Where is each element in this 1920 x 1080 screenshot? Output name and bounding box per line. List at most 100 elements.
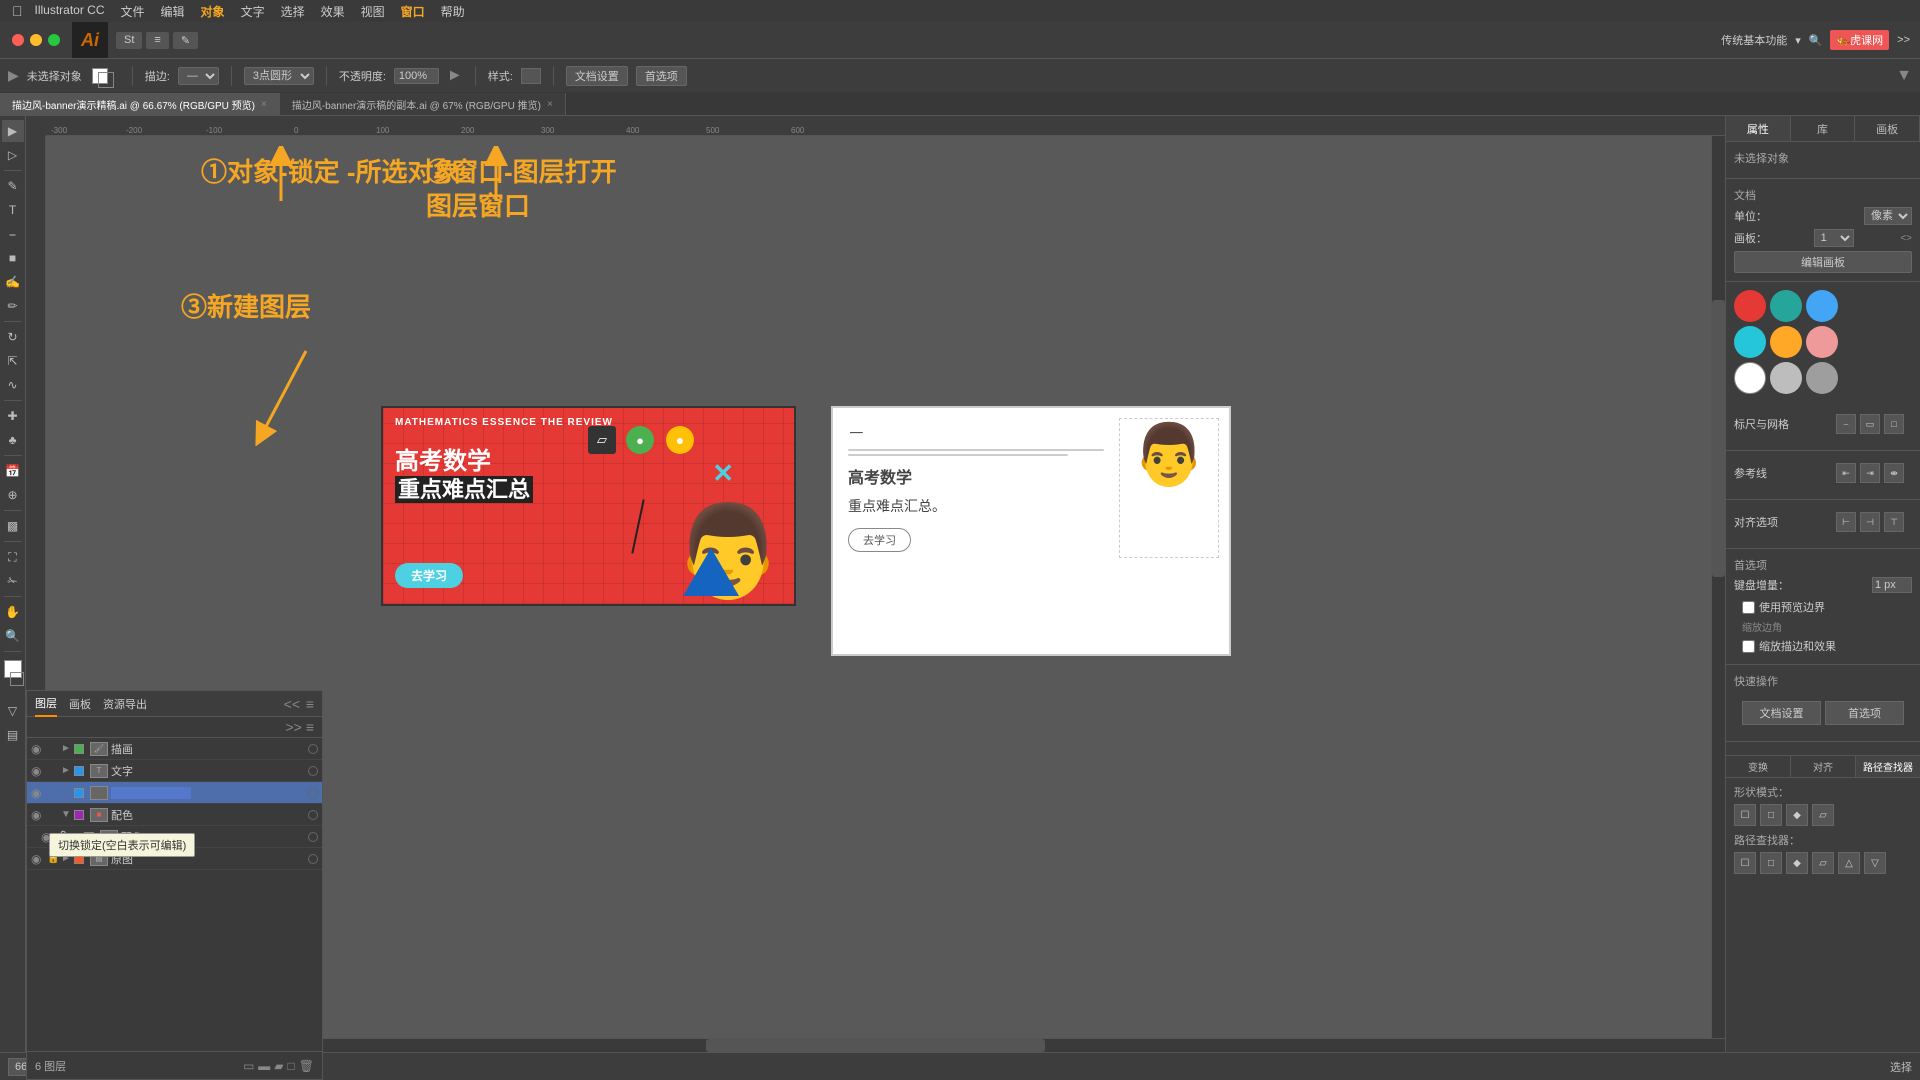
layers-add-btn[interactable]: □ (288, 1059, 295, 1073)
panel-toggle-right[interactable]: >> (1897, 34, 1910, 46)
layers-make-subpath-btn[interactable]: ▭ (243, 1059, 254, 1073)
menu-file[interactable]: 文件 (121, 3, 145, 20)
rp-scale-effects-check[interactable] (1742, 640, 1755, 653)
rp-ref-btn2[interactable]: ⇥ (1860, 463, 1880, 483)
layer-row-3[interactable]: ◉ ▼ ■ 配色 (27, 804, 322, 826)
layers-tab-artboards[interactable]: 画板 (69, 692, 91, 716)
maximize-button[interactable] (48, 34, 60, 46)
layer-row-0[interactable]: ◉ ► 🖌 描画 (27, 738, 322, 760)
color-tool[interactable]: ▤ (2, 724, 24, 746)
layer-3-eye[interactable]: ◉ (31, 808, 47, 822)
warp-tool[interactable]: ∿ (2, 374, 24, 396)
live-paint-tool[interactable]: ♣ (2, 429, 24, 451)
swatch-teal[interactable] (1770, 290, 1802, 322)
layer-row-2[interactable]: ◉ (27, 782, 322, 804)
rp-ruler-btn1[interactable]: ⎯ (1836, 414, 1856, 434)
paintbrush-tool[interactable]: ✍ (2, 271, 24, 293)
rp-tab-artboards[interactable]: 画板 (1855, 116, 1920, 141)
rp-align-btn2[interactable]: ⊣ (1860, 512, 1880, 532)
layer-3-lock[interactable] (47, 809, 61, 820)
doc-settings-btn[interactable]: 文档设置 (566, 66, 628, 86)
type-tool[interactable]: T (2, 199, 24, 221)
shape-builder-tool[interactable]: ✚ (2, 405, 24, 427)
tab-0-close[interactable]: × (261, 99, 267, 110)
layers-tab-layers[interactable]: 图层 (35, 691, 57, 717)
rp-ref-btn1[interactable]: ⇤ (1836, 463, 1856, 483)
hscroll-thumb[interactable] (706, 1039, 1046, 1052)
pathfinder-btn-5[interactable]: △ (1838, 852, 1860, 874)
layer-1-eye[interactable]: ◉ (31, 764, 47, 778)
layer-1-lock[interactable] (47, 765, 61, 776)
pen-tool[interactable]: ✎ (2, 175, 24, 197)
shape-btn-1[interactable]: ☐ (1734, 804, 1756, 826)
vscroll-thumb[interactable] (1712, 300, 1725, 577)
rp-bottom-tab-align[interactable]: 对齐 (1791, 756, 1856, 777)
rp-prefs-btn[interactable]: 首选项 (1825, 701, 1904, 725)
rp-bottom-tab-transform[interactable]: 变换 (1726, 756, 1791, 777)
gradient-tool[interactable]: ▽ (2, 700, 24, 722)
menu-select[interactable]: 选择 (281, 3, 305, 20)
layers-close-btn[interactable]: ≡ (306, 696, 314, 712)
pathfinder-btn-6[interactable]: ▽ (1864, 852, 1886, 874)
layers-delete-btn[interactable]: 🗑 (299, 1059, 314, 1073)
profile-btn[interactable]: St (116, 32, 142, 49)
pen-btn[interactable]: ✎ (173, 32, 198, 49)
swatch-cyan[interactable] (1734, 326, 1766, 358)
swatch-pink[interactable] (1806, 326, 1838, 358)
lp-ctrl-1[interactable]: >> (285, 719, 301, 735)
fill-color-box[interactable] (90, 66, 120, 86)
rect-tool[interactable]: ■ (2, 247, 24, 269)
artboard-tool[interactable]: ⛶ (2, 546, 24, 568)
menu-type[interactable]: 文字 (241, 3, 265, 20)
arrange-btn[interactable]: ≡ (146, 32, 168, 49)
menu-object[interactable]: 对象 (201, 3, 225, 20)
shape-btn-3[interactable]: ◆ (1786, 804, 1808, 826)
layer-2-eye[interactable]: ◉ (31, 786, 47, 800)
rp-doc-settings-btn[interactable]: 文档设置 (1742, 701, 1821, 725)
menu-edit[interactable]: 编辑 (161, 3, 185, 20)
menu-effect[interactable]: 效果 (321, 3, 345, 20)
pathfinder-btn-2[interactable]: □ (1760, 852, 1782, 874)
rp-artboard-nav[interactable]: <> (1900, 233, 1912, 244)
tab-0[interactable]: 描边风-banner演示精稿.ai @ 66.67% (RGB/GPU 预览) … (0, 93, 280, 115)
menu-view[interactable]: 视图 (361, 3, 385, 20)
vertical-scrollbar[interactable] (1711, 116, 1725, 1038)
pathfinder-btn-4[interactable]: ▱ (1812, 852, 1834, 874)
menu-help[interactable]: 帮助 (441, 3, 465, 20)
rp-preview-bounds-check[interactable] (1742, 601, 1755, 614)
stroke-swatch[interactable] (10, 672, 24, 686)
eyedropper-tool[interactable]: 📅 (2, 460, 24, 482)
rotate-tool[interactable]: ↻ (2, 326, 24, 348)
menu-illustrator[interactable]: Illustrator CC (35, 3, 105, 20)
column-graph-tool[interactable]: ▩ (2, 515, 24, 537)
swatch-darkgray[interactable] (1806, 362, 1838, 394)
minimize-button[interactable] (30, 34, 42, 46)
layer-2-expand[interactable] (61, 787, 71, 798)
rp-ruler-btn3[interactable]: □ (1884, 414, 1904, 434)
shape-btn-2[interactable]: □ (1760, 804, 1782, 826)
direct-selection-tool[interactable]: ▷ (2, 144, 24, 166)
layers-duplicate-btn[interactable]: ▰ (274, 1059, 283, 1073)
rp-unit-select[interactable]: 像素 (1864, 207, 1912, 225)
layer-2-lock[interactable] (47, 787, 61, 798)
rp-ref-btn3[interactable]: ⇼ (1884, 463, 1904, 483)
rp-ruler-btn2[interactable]: ▭ (1860, 414, 1880, 434)
layer-0-lock[interactable] (47, 743, 61, 754)
layer-5-eye[interactable]: ◉ (31, 852, 47, 866)
swatch-orange[interactable] (1770, 326, 1802, 358)
rp-edit-artboard-btn[interactable]: 编辑画板 (1734, 251, 1912, 273)
rp-align-btn1[interactable]: ⊢ (1836, 512, 1856, 532)
rp-artboard-select[interactable]: 1 (1814, 229, 1854, 247)
opacity-arrow[interactable]: ► (447, 67, 463, 85)
slice-tool[interactable]: ✁ (2, 570, 24, 592)
opacity-input[interactable] (394, 68, 439, 84)
preferences-btn[interactable]: 首选项 (636, 66, 687, 86)
pathfinder-btn-3[interactable]: ◆ (1786, 852, 1808, 874)
selection-tool[interactable]: ▶ (2, 120, 24, 142)
layers-tab-export[interactable]: 资源导出 (103, 692, 147, 716)
apple-menu[interactable]:  (12, 3, 23, 19)
swatch-red[interactable] (1734, 290, 1766, 322)
layer-row-1[interactable]: ◉ ► T 文字 (27, 760, 322, 782)
tab-1-close[interactable]: × (547, 99, 553, 110)
layer-3-expand[interactable]: ▼ (61, 809, 71, 820)
